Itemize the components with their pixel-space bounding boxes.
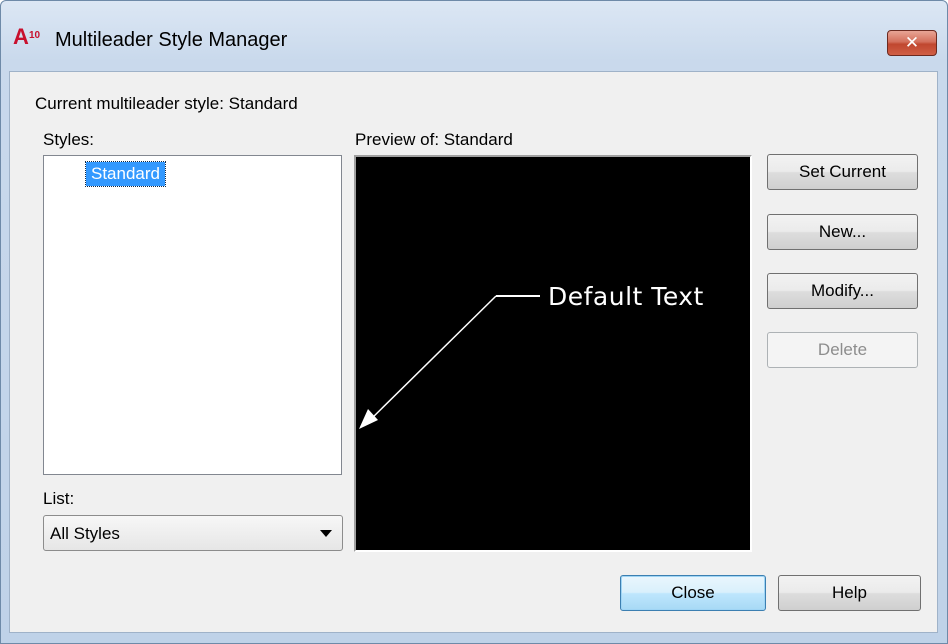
close-button[interactable]: Close <box>620 575 766 611</box>
app-icon-version: 10 <box>29 30 41 41</box>
set-current-button[interactable]: Set Current <box>767 154 918 190</box>
preview-label: Preview of: Standard <box>355 130 513 149</box>
styles-label: Styles: <box>43 130 95 149</box>
window-title: Multileader Style Manager <box>55 29 288 51</box>
app-icon-letter: A <box>13 25 29 49</box>
leader-preview-graphic <box>359 295 540 429</box>
help-button[interactable]: Help <box>778 575 921 611</box>
dialog-body: Current multileader style: Standard Styl… <box>9 71 938 633</box>
chevron-down-icon <box>320 530 332 537</box>
delete-button[interactable]: Delete <box>767 332 918 368</box>
dialog-window: A 10 Multileader Style Manager ✕ Current… <box>0 0 948 644</box>
list-label: List: <box>43 489 75 508</box>
new-button[interactable]: New... <box>767 214 918 250</box>
list-filter-value: All Styles <box>50 524 120 543</box>
window-close-button[interactable]: ✕ <box>887 30 937 56</box>
styles-listbox[interactable]: Standard <box>43 155 342 475</box>
modify-button[interactable]: Modify... <box>767 273 918 309</box>
leader-arrowhead <box>359 409 378 429</box>
current-style-label: Current multileader style: Standard <box>35 94 298 113</box>
style-preview-pane: Default Text <box>354 155 752 552</box>
preview-sample-text: Default Text <box>548 282 704 311</box>
title-bar[interactable]: A 10 Multileader Style Manager ✕ <box>1 1 947 71</box>
style-list-item[interactable]: Standard <box>85 161 166 187</box>
close-icon: ✕ <box>904 33 920 52</box>
autocad-app-icon: A 10 <box>13 25 41 49</box>
list-filter-select[interactable]: All Styles <box>43 515 343 551</box>
leader-line <box>365 295 497 425</box>
